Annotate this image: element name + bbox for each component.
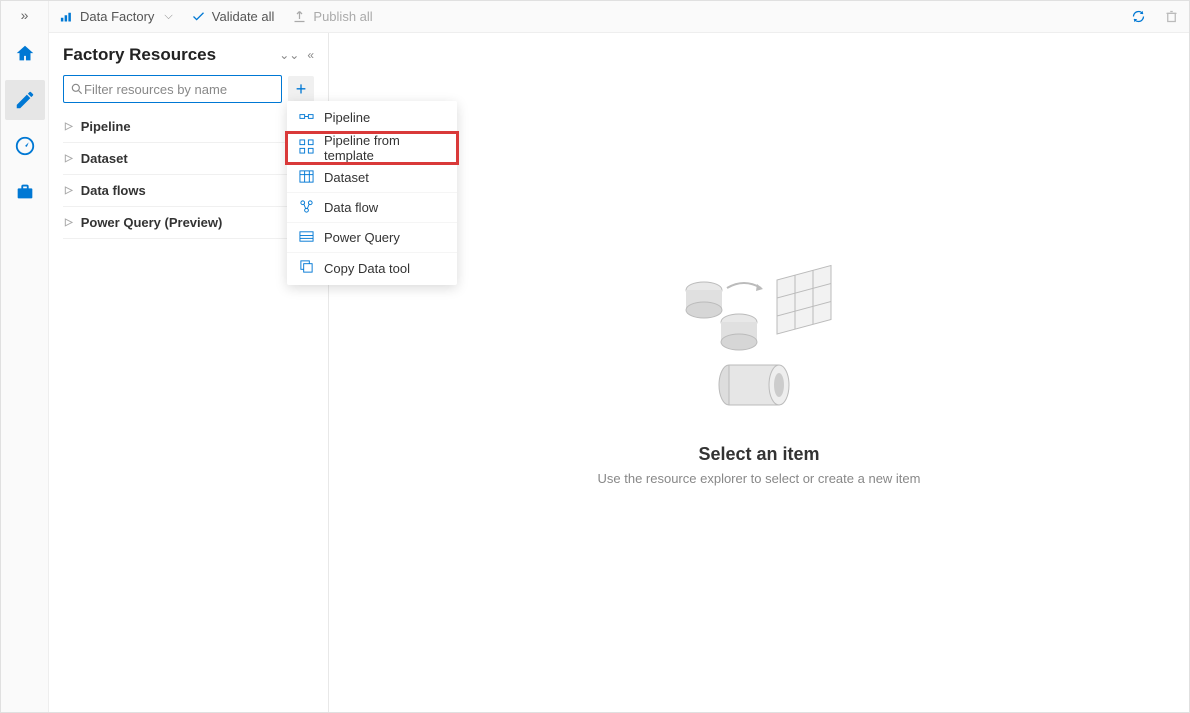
dropdown-item-power-query[interactable]: Power Query — [287, 223, 457, 253]
dropdown-item-label: Dataset — [324, 170, 369, 185]
add-resource-dropdown: Pipeline Pipeline from template Dataset Dat… — [287, 101, 457, 285]
empty-state-illustration — [669, 260, 849, 420]
resource-tree: ▷ Pipeline ▷ Dataset ▷ Data flows ▷ Power Query… — [63, 111, 314, 239]
chevron-down-icon: ⌵ — [164, 10, 172, 23]
discard-button — [1164, 9, 1179, 24]
publish-label: Publish all — [313, 9, 372, 24]
add-resource-button[interactable]: + — [288, 76, 314, 102]
trash-icon — [1164, 9, 1179, 24]
template-icon — [299, 139, 314, 157]
home-icon — [14, 43, 36, 65]
breadcrumb-label: Data Factory — [80, 9, 154, 24]
dropdown-item-label: Power Query — [324, 230, 400, 245]
upload-icon — [292, 9, 307, 24]
chevron-right-icon: ▷ — [65, 217, 73, 228]
copydata-icon — [299, 259, 314, 277]
home-button[interactable] — [5, 34, 45, 74]
manage-button[interactable] — [5, 172, 45, 212]
tree-item-label: Data flows — [81, 183, 146, 198]
author-button[interactable] — [5, 80, 45, 120]
tree-item-label: Power Query (Preview) — [81, 215, 223, 230]
pencil-icon — [14, 89, 36, 111]
chevron-right-icon: ▷ — [65, 185, 73, 196]
dropdown-item-copy-data-tool[interactable]: Copy Data tool — [287, 253, 457, 283]
search-input[interactable] — [84, 82, 275, 97]
toolbox-icon — [14, 181, 36, 203]
expand-all-button[interactable]: ⌄⌄ — [279, 48, 299, 62]
dropdown-item-dataset[interactable]: Dataset — [287, 163, 457, 193]
dropdown-item-pipeline-from-template[interactable]: Pipeline from template — [287, 133, 457, 163]
search-icon — [70, 82, 84, 96]
dropdown-item-label: Pipeline — [324, 110, 370, 125]
pipeline-icon — [299, 109, 314, 127]
empty-state-title: Select an item — [698, 444, 819, 465]
breadcrumb-data-factory[interactable]: Data Factory ⌵ — [59, 9, 173, 24]
plus-icon: + — [296, 79, 307, 100]
search-box[interactable] — [63, 75, 282, 103]
chevron-right-icon: ▷ — [65, 153, 73, 164]
dataset-icon — [299, 169, 314, 187]
expand-rail-button[interactable]: » — [21, 7, 29, 23]
dataflow-icon — [299, 199, 314, 217]
main-canvas: Select an item Use the resource explorer… — [329, 33, 1189, 712]
refresh-icon — [1131, 9, 1146, 24]
dropdown-item-label: Copy Data tool — [324, 261, 410, 276]
empty-state-description: Use the resource explorer to select or c… — [598, 471, 921, 486]
check-icon — [191, 9, 206, 24]
publish-all-button: Publish all — [292, 9, 372, 24]
left-nav-rail: » — [1, 1, 49, 712]
factory-icon — [59, 9, 74, 24]
tree-item[interactable]: ▷ Power Query (Preview) — [63, 207, 314, 239]
dropdown-item-data-flow[interactable]: Data flow — [287, 193, 457, 223]
gauge-icon — [14, 135, 36, 157]
monitor-button[interactable] — [5, 126, 45, 166]
chevron-right-icon: ▷ — [65, 121, 73, 132]
dropdown-item-pipeline[interactable]: Pipeline — [287, 103, 457, 133]
dropdown-item-label: Data flow — [324, 200, 378, 215]
tree-item-label: Pipeline — [81, 119, 131, 134]
tree-item[interactable]: ▷ Dataset — [63, 143, 314, 175]
refresh-button[interactable] — [1131, 9, 1146, 24]
tree-item[interactable]: ▷ Data flows — [63, 175, 314, 207]
top-toolbar: Data Factory ⌵ Validate all Publish all — [49, 1, 1189, 33]
tree-item[interactable]: ▷ Pipeline — [63, 111, 314, 143]
tree-item-label: Dataset — [81, 151, 128, 166]
dropdown-item-label: Pipeline from template — [324, 133, 445, 163]
collapse-panel-button[interactable]: « — [307, 48, 314, 62]
panel-title: Factory Resources — [63, 45, 216, 65]
validate-label: Validate all — [212, 9, 275, 24]
validate-all-button[interactable]: Validate all — [191, 9, 275, 24]
powerquery-icon — [299, 229, 314, 247]
